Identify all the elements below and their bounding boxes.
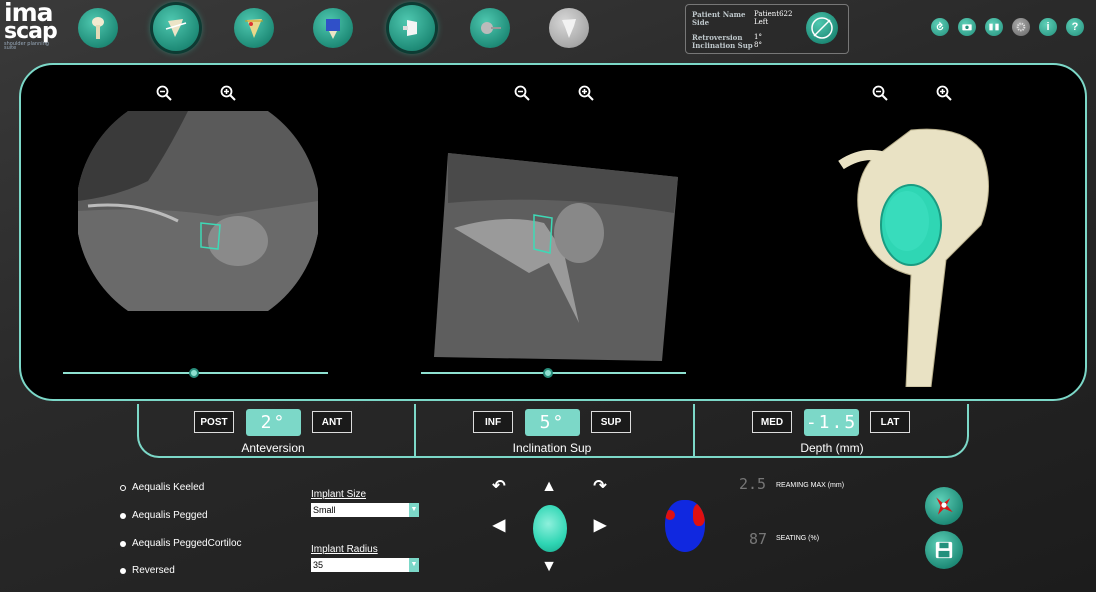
imascap-logo: ima scap shoulder planning suite xyxy=(4,0,58,52)
scapula-plan-icon xyxy=(936,497,953,515)
implant-size-label: Implant Size xyxy=(311,489,367,500)
zoom-in-icon[interactable] xyxy=(220,85,236,101)
arrow-left-icon[interactable]: ◀ xyxy=(490,517,508,535)
reaming-max-label: REAMING MAX (mm) xyxy=(776,482,845,489)
implant-option-keeled[interactable]: Aequalis Keeled xyxy=(120,482,204,493)
implant-option-pegged[interactable]: Aequalis Pegged xyxy=(120,510,208,521)
seating-map xyxy=(665,500,705,552)
sup-button[interactable]: SUP xyxy=(591,411,631,433)
anteversion-value[interactable]: 2° xyxy=(246,409,301,436)
radio-dot-icon xyxy=(120,567,126,574)
coronal-slice-slider[interactable] xyxy=(421,372,686,374)
axial-ct-slice[interactable] xyxy=(78,111,318,311)
reaming-step-button[interactable] xyxy=(470,8,510,48)
ant-button[interactable]: ANT xyxy=(312,411,352,433)
scapula-axis-icon xyxy=(165,19,187,37)
scapula-plan-button[interactable] xyxy=(925,487,963,525)
coronal-ct-slice[interactable] xyxy=(434,153,678,361)
implant-preview-icon xyxy=(533,505,567,552)
help-icon[interactable]: ? xyxy=(1066,18,1084,36)
rotate-right-icon[interactable]: ↷ xyxy=(591,478,609,496)
scapula-final-icon xyxy=(562,19,576,38)
arrow-right-icon[interactable]: ▶ xyxy=(591,517,609,535)
coronal-slider-knob[interactable] xyxy=(543,368,553,378)
seating-value: 87 xyxy=(749,530,768,548)
glenoid-implant-step-button[interactable] xyxy=(389,5,435,51)
depth-label: Depth (mm) xyxy=(800,441,864,455)
dropdown-arrow-icon: ▼ xyxy=(409,558,419,572)
side-label: Side xyxy=(692,18,710,27)
implant-radius-label: Implant Radius xyxy=(311,544,378,555)
radio-dot-icon xyxy=(120,484,126,491)
glenoid-axis-step-button[interactable] xyxy=(153,5,199,51)
inclination-value[interactable]: 5° xyxy=(525,409,580,436)
arrow-up-icon[interactable]: ▲ xyxy=(540,478,558,496)
zoom-in-icon[interactable] xyxy=(578,85,594,101)
implant-select-icon xyxy=(326,19,340,39)
reamer-icon xyxy=(481,22,501,34)
glenoid-implant-icon xyxy=(403,20,417,36)
humerus-icon xyxy=(92,17,104,39)
dropdown-arrow-icon: ▼ xyxy=(409,503,419,517)
save-icon xyxy=(935,541,953,559)
orientation-gauge-icon[interactable] xyxy=(806,12,838,44)
axial-slider-knob[interactable] xyxy=(189,368,199,378)
implant-size-select[interactable]: Small ▼ xyxy=(311,503,419,517)
settings-gear-icon[interactable] xyxy=(1012,18,1030,36)
camera-icon[interactable] xyxy=(958,18,976,36)
imaging-viewer[interactable] xyxy=(19,63,1087,401)
radio-dot-icon xyxy=(120,512,126,519)
inclination-label: Inclination Sup xyxy=(512,441,592,455)
reaming-max-value: 2.5 xyxy=(739,475,767,493)
inf-button[interactable]: INF xyxy=(473,411,513,433)
scapula-3d-model[interactable] xyxy=(831,125,1011,387)
patient-info-panel: Patient Name Patient622 Side Left Retrov… xyxy=(685,4,849,54)
radio-dot-icon xyxy=(120,540,126,547)
final-review-step-button[interactable] xyxy=(549,8,589,48)
seating-label: SEATING (%) xyxy=(776,535,820,542)
view-icon[interactable] xyxy=(985,18,1003,36)
info-icon[interactable]: i xyxy=(1039,18,1057,36)
patient-name-value: Patient622 xyxy=(754,10,793,18)
post-button[interactable]: POST xyxy=(194,411,234,433)
refresh-icon[interactable] xyxy=(931,18,949,36)
implant-option-pegged-cortiloc[interactable]: Aequalis PeggedCortiloc xyxy=(120,538,242,549)
zoom-out-icon[interactable] xyxy=(156,85,172,101)
anteversion-label: Anteversion xyxy=(241,441,305,455)
zoom-out-icon[interactable] xyxy=(872,85,888,101)
arrow-down-icon[interactable]: ▼ xyxy=(540,558,558,576)
side-value: Left xyxy=(754,18,769,26)
implant-radius-select[interactable]: 35 ▼ xyxy=(311,558,419,572)
humerus-step-button[interactable] xyxy=(78,8,118,48)
zoom-out-icon[interactable] xyxy=(514,85,530,101)
med-button[interactable]: MED xyxy=(752,411,792,433)
inclination-label: Inclination Sup xyxy=(692,41,753,50)
depth-value[interactable]: -1.5 xyxy=(804,409,859,436)
inclination-value: 8° xyxy=(754,41,762,49)
zoom-in-icon[interactable] xyxy=(936,85,952,101)
retroversion-value: 1° xyxy=(754,33,762,41)
save-button[interactable] xyxy=(925,531,963,569)
lat-button[interactable]: LAT xyxy=(870,411,910,433)
scapula-landmarks-icon xyxy=(245,19,263,38)
implant-select-step-button[interactable] xyxy=(313,8,353,48)
scapula-landmarks-step-button[interactable] xyxy=(234,8,274,48)
implant-option-reversed[interactable]: Reversed xyxy=(120,565,175,576)
rotate-left-icon[interactable]: ↶ xyxy=(490,478,508,496)
